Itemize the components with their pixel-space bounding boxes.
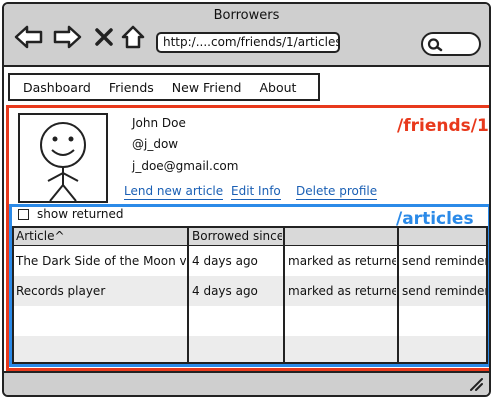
forward-arrow-icon[interactable] (52, 24, 82, 50)
send-reminder-action[interactable]: send reminder (400, 246, 486, 276)
menu-item-dashboard[interactable]: Dashboard (23, 80, 91, 95)
status-bar (4, 371, 489, 395)
send-reminder-action[interactable]: send reminder (400, 276, 486, 306)
borrowed-since-cell: 4 days ago (192, 254, 258, 268)
home-icon[interactable] (120, 24, 146, 50)
table-header: Article^ Borrowed since (14, 228, 486, 246)
column-divider (397, 228, 399, 362)
menu-item-friends[interactable]: Friends (109, 80, 154, 95)
article-cell: Records player (16, 284, 106, 298)
resize-grip-icon[interactable] (469, 377, 483, 391)
table-row: The Dark Side of the Moon vinyl 4 days a… (14, 246, 486, 276)
menu-item-new-friend[interactable]: New Friend (172, 80, 242, 95)
profile-name: John Doe (132, 116, 186, 130)
close-icon[interactable] (94, 27, 114, 47)
search-field[interactable] (421, 32, 481, 56)
show-returned-checkbox[interactable] (18, 209, 29, 220)
search-icon (427, 38, 443, 52)
mark-returned-action[interactable]: marked as returned (286, 246, 396, 276)
column-header-article[interactable]: Article^ (14, 228, 186, 245)
mark-returned-action[interactable]: marked as returned (286, 276, 396, 306)
column-divider (187, 228, 189, 362)
smiley-face-icon (40, 122, 86, 202)
profile-handle: @j_dow (132, 137, 179, 151)
articles-table: Article^ Borrowed since The Dark Side of… (12, 226, 488, 364)
menu-bar: Dashboard Friends New Friend About (8, 73, 320, 101)
table-row: Records player 4 days ago marked as retu… (14, 276, 486, 306)
browser-window: Borrowers http:/....com/friends/1/articl… (2, 2, 491, 397)
avatar (18, 113, 108, 203)
show-returned-label: show returned (37, 207, 124, 221)
title-bar: Borrowers http:/....com/friends/1/articl… (4, 4, 489, 67)
menu-item-about[interactable]: About (259, 80, 296, 95)
back-arrow-icon[interactable] (14, 24, 44, 50)
lend-article-link[interactable]: Lend new article (124, 184, 224, 200)
table-row (14, 306, 486, 336)
profile-email: j_doe@gmail.com (132, 159, 239, 173)
borrowed-since-cell: 4 days ago (192, 284, 258, 298)
window-title: Borrowers (213, 8, 280, 23)
table-row (14, 336, 486, 362)
address-bar[interactable]: http:/....com/friends/1/articles (156, 32, 340, 53)
column-divider (283, 228, 285, 362)
friend-route-label: /friends/1 (397, 116, 489, 136)
edit-info-link[interactable]: Edit Info (231, 184, 281, 200)
delete-profile-link[interactable]: Delete profile (296, 184, 378, 200)
column-header-borrowed-since[interactable]: Borrowed since (190, 228, 282, 245)
article-cell: The Dark Side of the Moon vinyl (16, 254, 186, 268)
